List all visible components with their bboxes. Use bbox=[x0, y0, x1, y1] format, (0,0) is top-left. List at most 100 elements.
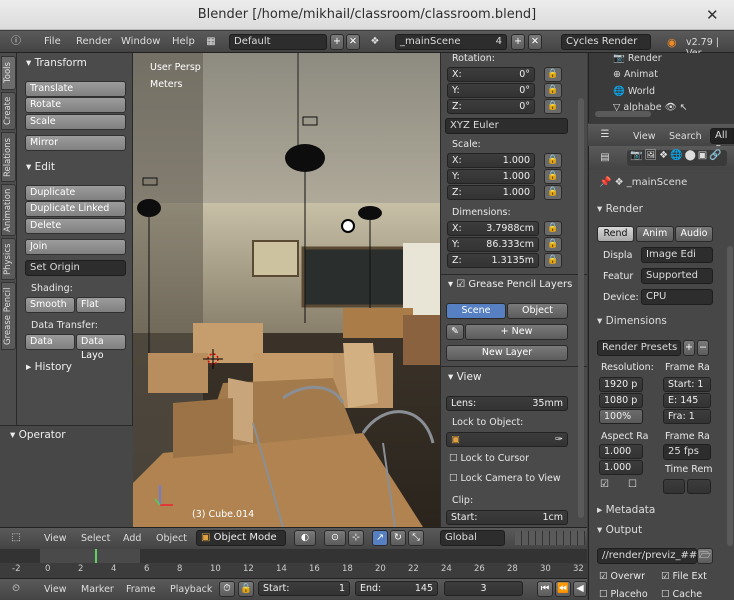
tab-animation[interactable]: Animation bbox=[1, 184, 16, 236]
smooth-button[interactable]: Smooth bbox=[25, 297, 75, 313]
view-panel-header[interactable]: ▾ View bbox=[448, 371, 482, 383]
outliner-scrollbar[interactable] bbox=[595, 111, 651, 117]
properties-editor-icon[interactable]: ▤ bbox=[597, 150, 613, 166]
rotate-button[interactable]: Rotate bbox=[25, 97, 126, 113]
menu-window[interactable]: Window bbox=[121, 31, 160, 53]
device-select[interactable]: CPU bbox=[641, 289, 713, 305]
lock-icon[interactable]: 🔒 bbox=[544, 253, 562, 268]
tab-tools[interactable]: Tools bbox=[1, 56, 16, 90]
tab-grease-pencil[interactable]: Grease Pencil bbox=[1, 282, 16, 350]
preview-range-toggle[interactable]: 🔒 bbox=[238, 581, 254, 597]
menu-select[interactable]: Select bbox=[81, 533, 110, 544]
feature-set-select[interactable]: Supported bbox=[641, 268, 713, 284]
scale-z-field[interactable]: Z: 1.000 bbox=[447, 185, 535, 200]
n-panel-scrollbar[interactable] bbox=[578, 98, 584, 518]
delete-button[interactable]: Delete bbox=[25, 218, 126, 234]
eyedropper-icon[interactable]: ✑ bbox=[555, 433, 563, 446]
frame-rate-select[interactable]: 25 fps bbox=[663, 444, 711, 460]
menu-object[interactable]: Object bbox=[156, 533, 187, 544]
menu-file[interactable]: File bbox=[44, 31, 61, 53]
edit-panel-header[interactable]: ▾ Edit bbox=[26, 161, 55, 173]
outliner-item[interactable]: 📷 Render bbox=[613, 53, 662, 64]
operator-panel-header[interactable]: ▾ Operator bbox=[10, 429, 66, 441]
menu-add[interactable]: Add bbox=[123, 533, 141, 544]
screen-layout-field[interactable]: Default bbox=[229, 34, 327, 50]
play-reverse-icon[interactable]: ◀ bbox=[573, 581, 587, 597]
resolution-y-field[interactable]: 1080 p bbox=[599, 393, 643, 408]
lock-icon[interactable]: 🔒 bbox=[544, 67, 562, 82]
screen-layout-icon[interactable]: ▦ bbox=[203, 34, 219, 50]
render-image-button[interactable]: Rend bbox=[597, 226, 634, 242]
3d-view-editor-icon[interactable]: ⬚ bbox=[8, 530, 24, 546]
pivot-point-select[interactable]: ⊙ bbox=[324, 530, 346, 546]
transform-panel-header[interactable]: ▾ Transform bbox=[26, 57, 87, 69]
jump-start-icon[interactable]: ⏮ bbox=[537, 581, 553, 597]
timeline-menu-view[interactable]: View bbox=[44, 584, 67, 595]
render-engine-select[interactable]: Cycles Render bbox=[561, 34, 651, 50]
overwrite-checkbox[interactable]: ☑ Overwr bbox=[599, 571, 645, 582]
layer-buttons[interactable] bbox=[515, 531, 585, 545]
end-frame-field[interactable]: End: 145 bbox=[355, 581, 438, 596]
lock-icon[interactable]: 🔒 bbox=[544, 83, 562, 98]
timeline-menu-marker[interactable]: Marker bbox=[81, 584, 114, 595]
set-origin-dropdown[interactable]: Set Origin bbox=[25, 260, 126, 276]
join-button[interactable]: Join bbox=[25, 239, 126, 255]
lock-camera-checkbox[interactable]: ☐ Lock Camera to View bbox=[449, 473, 561, 484]
timeline-menu-frame[interactable]: Frame bbox=[126, 584, 156, 595]
placeholders-checkbox[interactable]: ☐ Placeho bbox=[599, 589, 648, 600]
scale-x-field[interactable]: X: 1.000 bbox=[447, 153, 535, 168]
rotation-z-field[interactable]: Z: 0° bbox=[447, 99, 535, 114]
duplicate-button[interactable]: Duplicate bbox=[25, 185, 126, 201]
scale-manipulator-toggle[interactable]: ⤡ bbox=[408, 530, 424, 546]
rotation-mode-select[interactable]: XYZ Euler bbox=[445, 118, 568, 134]
window-close-icon[interactable]: ✕ bbox=[706, 0, 726, 30]
new-layer-button[interactable]: New Layer bbox=[446, 345, 568, 361]
output-path-field[interactable]: //render/previz_### bbox=[597, 548, 706, 564]
current-frame-indicator[interactable] bbox=[95, 549, 97, 563]
data-layout-button[interactable]: Data Layo bbox=[76, 334, 126, 361]
transform-orientation-select[interactable]: Global bbox=[440, 530, 505, 546]
dimension-z-field[interactable]: Z: 1.3135m bbox=[447, 253, 539, 268]
viewport-shading-select[interactable]: ◐ bbox=[294, 530, 316, 546]
cache-result-checkbox[interactable]: ☐ Cache bbox=[661, 589, 702, 600]
frame-start-field[interactable]: Start: 1 bbox=[663, 377, 711, 392]
lock-to-cursor-checkbox[interactable]: ☐ Lock to Cursor bbox=[449, 453, 529, 464]
render-panel-header[interactable]: ▾ Render bbox=[597, 203, 643, 215]
aspect-x-field[interactable]: 1.000 bbox=[599, 444, 643, 459]
time-remap-new-field[interactable] bbox=[687, 479, 711, 494]
grease-pencil-scene-tab[interactable]: Scene bbox=[446, 303, 506, 319]
menu-render[interactable]: Render bbox=[76, 31, 112, 53]
remove-screen-button[interactable]: ✕ bbox=[346, 34, 360, 50]
tab-create[interactable]: Create bbox=[1, 92, 16, 130]
dimension-y-field[interactable]: Y: 86.333cm bbox=[447, 237, 539, 252]
pencil-icon[interactable]: ✎ bbox=[446, 324, 464, 340]
add-preset-button[interactable]: + bbox=[683, 340, 695, 356]
info-editor-icon[interactable]: ⓘ bbox=[8, 34, 24, 50]
rotation-y-field[interactable]: Y: 0° bbox=[447, 83, 535, 98]
lock-to-object-field[interactable]: ▣ ✑ bbox=[446, 432, 568, 447]
scene-icon[interactable]: ❖ bbox=[367, 34, 383, 50]
remove-scene-button[interactable]: ✕ bbox=[528, 34, 542, 50]
3d-viewport[interactable] bbox=[133, 53, 440, 527]
clock-icon[interactable]: ⏱ bbox=[219, 581, 235, 597]
translate-manipulator-toggle[interactable]: ↗ bbox=[372, 530, 388, 546]
outliner-item[interactable]: ⊕ Animat bbox=[613, 69, 658, 80]
dimensions-panel-header[interactable]: ▾ Dimensions bbox=[597, 315, 667, 327]
lock-icon[interactable]: 🔒 bbox=[544, 237, 562, 252]
translate-button[interactable]: Translate bbox=[25, 81, 126, 97]
current-frame-field[interactable]: 3 bbox=[444, 581, 523, 596]
properties-context-tabs[interactable]: 📷🖼❖🌐⬤▣🔗 bbox=[627, 150, 727, 166]
file-extensions-checkbox[interactable]: ☑ File Ext bbox=[661, 571, 707, 582]
menu-help[interactable]: Help bbox=[172, 31, 195, 53]
dimension-x-field[interactable]: X: 3.7988cm bbox=[447, 221, 539, 236]
grease-pencil-new-button[interactable]: + New bbox=[465, 324, 568, 340]
lock-icon[interactable]: 🔒 bbox=[544, 99, 562, 114]
scene-field[interactable]: _mainScene 4 bbox=[395, 34, 507, 50]
render-presets-select[interactable]: Render Presets bbox=[597, 340, 681, 356]
rotate-manipulator-toggle[interactable]: ↻ bbox=[390, 530, 406, 546]
render-animation-button[interactable]: Anim bbox=[636, 226, 674, 242]
lock-icon[interactable]: 🔒 bbox=[544, 185, 562, 200]
interaction-mode-select[interactable]: ▣ Object Mode bbox=[196, 530, 286, 546]
flat-button[interactable]: Flat bbox=[76, 297, 126, 313]
outliner-editor-icon[interactable]: ☰ bbox=[597, 127, 613, 143]
